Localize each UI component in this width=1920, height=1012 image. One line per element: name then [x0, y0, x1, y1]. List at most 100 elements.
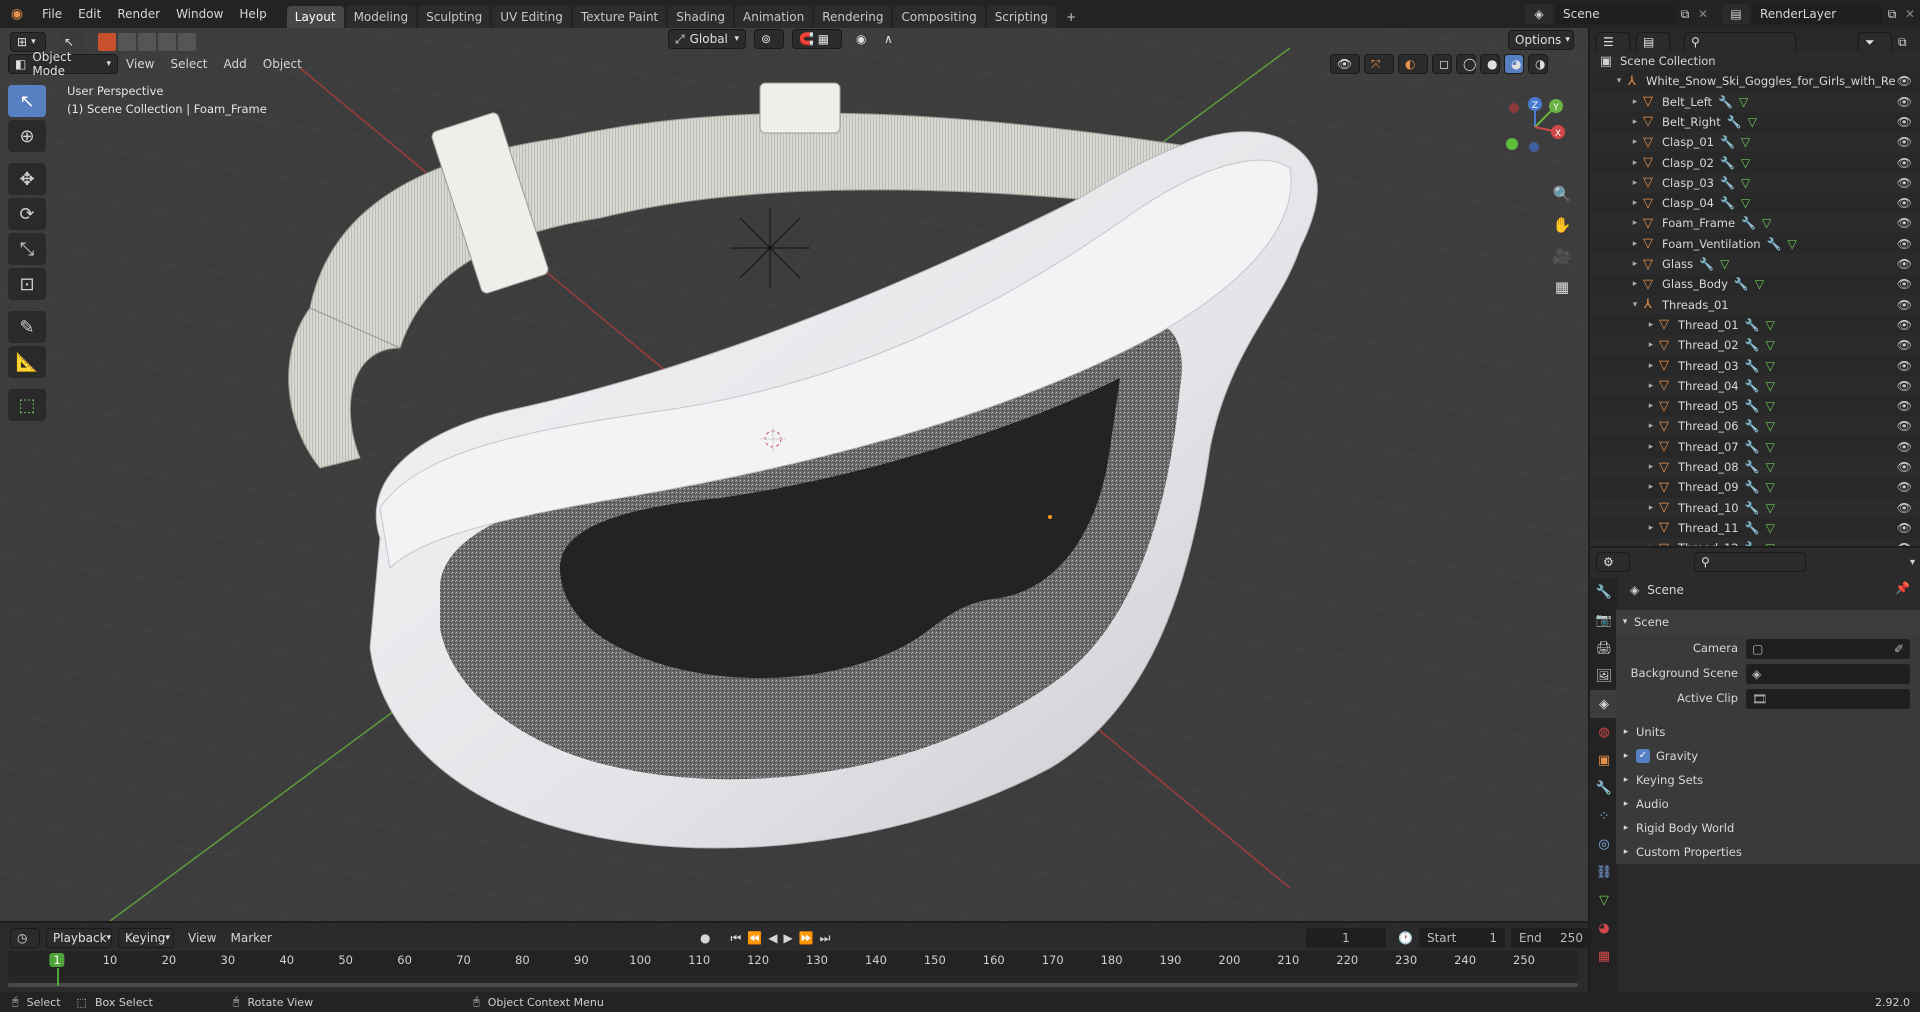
mesh-data-icon[interactable]: ▽	[1766, 338, 1775, 352]
modifier-icon[interactable]: 🔧	[1745, 359, 1760, 373]
cursor-tool-icon[interactable]: ⊕	[8, 120, 46, 152]
mesh-data-icon[interactable]: ▽	[1741, 135, 1750, 149]
visibility-eye-icon[interactable]: 👁	[1897, 257, 1912, 271]
outliner-item-row[interactable]: ▾ ⅄ Threads_01 👁	[1590, 294, 1920, 315]
visibility-eye-icon[interactable]: 👁	[1897, 460, 1912, 474]
mesh-data-icon[interactable]: ▽	[1766, 480, 1775, 494]
material-tab-icon[interactable]: ◕	[1590, 914, 1618, 942]
falloff-icon[interactable]: ∧	[878, 29, 898, 49]
mesh-data-icon[interactable]: ▽	[1766, 419, 1775, 433]
visibility-eye-icon[interactable]: 👁	[1897, 440, 1912, 454]
menu-render[interactable]: Render	[109, 0, 168, 28]
visibility-eye-icon[interactable]: 👁	[1897, 359, 1912, 373]
tab-scripting[interactable]: Scripting	[986, 6, 1057, 28]
outliner-editor-icon[interactable]: ☰	[1596, 32, 1630, 52]
playback-dropdown[interactable]: Playback ▾	[46, 928, 112, 948]
zoom-icon[interactable]: 🔍	[1548, 180, 1576, 208]
visibility-eye-icon[interactable]: 👁	[1897, 74, 1912, 88]
mesh-data-icon[interactable]: ▽	[1766, 501, 1775, 515]
jump-start-icon[interactable]: ⏮	[730, 931, 741, 946]
expand-right-icon[interactable]: ▸	[1646, 361, 1656, 371]
modifier-icon[interactable]: 🔧	[1745, 541, 1760, 546]
tab-uv-editing[interactable]: UV Editing	[492, 6, 571, 28]
modifier-icon[interactable]: 🔧	[1727, 115, 1742, 129]
modifier-icon[interactable]: 🔧	[1720, 196, 1735, 210]
audio-panel[interactable]: ▸ Audio	[1616, 792, 1920, 816]
menu-help[interactable]: Help	[231, 0, 274, 28]
visibility-eye-icon[interactable]: 👁	[1897, 318, 1912, 332]
mesh-data-icon[interactable]: ▽	[1766, 440, 1775, 454]
overlay-toggle-icon[interactable]: ◐	[1398, 54, 1428, 74]
background-scene-field[interactable]: ◈	[1746, 664, 1910, 684]
mesh-data-icon[interactable]: ▽	[1766, 379, 1775, 393]
outliner-item-row[interactable]: ▸ ▽ Thread_08 🔧 ▽ 👁	[1590, 457, 1920, 477]
expand-right-icon[interactable]: ▸	[1646, 543, 1656, 546]
expand-right-icon[interactable]: ▸	[1646, 381, 1656, 391]
modifier-icon[interactable]: 🔧	[1745, 399, 1760, 413]
camera-view-icon[interactable]: 🎥	[1548, 242, 1576, 270]
playhead-line[interactable]	[57, 968, 59, 986]
modifier-icon[interactable]: 🔧	[1745, 318, 1760, 332]
tab-texture-paint[interactable]: Texture Paint	[572, 6, 667, 28]
outliner-item-row[interactable]: ▸ ▽ Clasp_04 🔧 ▽ 👁	[1590, 193, 1920, 213]
select-box-tool-icon[interactable]: ↖	[8, 85, 46, 117]
outliner-item-row[interactable]: ▸ ▽ Foam_Ventilation 🔧 ▽ 👁	[1590, 234, 1920, 254]
outliner-item-row[interactable]: ▸ ▽ Thread_03 🔧 ▽ 👁	[1590, 356, 1920, 376]
visibility-icon[interactable]: 👁	[1330, 54, 1360, 74]
options-dropdown[interactable]: Options ▾	[1508, 30, 1574, 50]
expand-right-icon[interactable]: ▸	[1630, 239, 1640, 249]
modifier-icon[interactable]: 🔧	[1745, 338, 1760, 352]
mesh-data-icon[interactable]: ▽	[1741, 176, 1750, 190]
mesh-data-icon[interactable]: ▽	[1741, 156, 1750, 170]
rotate-tool-icon[interactable]: ⟳	[8, 198, 46, 230]
visibility-eye-icon[interactable]: 👁	[1897, 135, 1912, 149]
orientation-dropdown[interactable]: ⤢ Global ▾	[668, 29, 746, 49]
outliner-item-row[interactable]: ▸ ▽ Thread_09 🔧 ▽ 👁	[1590, 477, 1920, 497]
custom-properties-panel[interactable]: ▸ Custom Properties	[1616, 840, 1920, 864]
outliner-item-row[interactable]: ▸ ▽ Clasp_01 🔧 ▽ 👁	[1590, 132, 1920, 153]
annotate-tool-icon[interactable]: ✎	[8, 311, 46, 343]
particles-tab-icon[interactable]: ⁘	[1590, 802, 1618, 830]
eyedropper-icon[interactable]: ✐	[1894, 642, 1904, 656]
current-frame-field[interactable]: 1	[1306, 928, 1386, 948]
outliner-item-row[interactable]: ▸ ▽ Thread_07 🔧 ▽ 👁	[1590, 437, 1920, 457]
outliner-item-row[interactable]: ▸ ▽ Clasp_03 🔧 ▽ 👁	[1590, 172, 1920, 193]
modifier-icon[interactable]: 🔧	[1745, 379, 1760, 393]
play-reverse-icon[interactable]: ◀	[768, 931, 777, 945]
expand-right-icon[interactable]: ▸	[1646, 320, 1656, 330]
blender-logo-icon[interactable]: ◉	[0, 6, 34, 22]
mesh-data-icon[interactable]: ▽	[1720, 257, 1729, 271]
scale-tool-icon[interactable]: ⤡	[8, 233, 46, 265]
mesh-data-icon[interactable]: ▽	[1741, 196, 1750, 210]
filter-icon[interactable]: ⏷	[1858, 32, 1892, 52]
outliner-item-row[interactable]: ▸ ▽ Thread_05 🔧 ▽ 👁	[1590, 396, 1920, 416]
tab-layout[interactable]: Layout	[286, 6, 344, 28]
outliner-item-row[interactable]: ▸ ▽ Glass_Body 🔧 ▽ 👁	[1590, 274, 1920, 294]
tab-compositing[interactable]: Compositing	[893, 6, 985, 28]
outliner-item-row[interactable]: ▸ ▽ Thread_06 🔧 ▽ 👁	[1590, 416, 1920, 437]
end-frame-field[interactable]: End 250	[1510, 928, 1591, 948]
outliner-item-row[interactable]: ▸ ▽ Thread_10 🔧 ▽ 👁	[1590, 497, 1920, 518]
modifier-icon[interactable]: 🔧	[1745, 501, 1760, 515]
render-tab-icon[interactable]: 📷	[1590, 606, 1618, 634]
expand-right-icon[interactable]: ▸	[1646, 462, 1656, 472]
modifier-icon[interactable]: 🔧	[1745, 480, 1760, 494]
chevron-down-icon[interactable]: ▾	[1910, 557, 1915, 568]
physics-tab-icon[interactable]: ◎	[1590, 830, 1618, 858]
texture-tab-icon[interactable]: ▦	[1590, 942, 1618, 970]
visibility-eye-icon[interactable]: 👁	[1897, 501, 1912, 515]
material-shading-icon[interactable]: ◕	[1504, 54, 1524, 74]
modifier-icon[interactable]: 🔧	[1745, 460, 1760, 474]
outliner-collection-row[interactable]: ▾ ⅄ White_Snow_Ski_Goggles_for_Girls_with_…	[1590, 71, 1920, 91]
gizmo-toggle-icon[interactable]: ⤧	[1364, 54, 1394, 74]
tab-modeling[interactable]: Modeling	[345, 6, 417, 28]
mesh-data-icon[interactable]: ▽	[1762, 216, 1771, 230]
select-tool-icon[interactable]: ↖	[58, 32, 84, 52]
expand-right-icon[interactable]: ▸	[1646, 442, 1656, 452]
data-tab-icon[interactable]: ▽	[1590, 886, 1618, 914]
view-layer-tab-icon[interactable]: 🖼	[1590, 662, 1618, 690]
properties-editor-icon[interactable]: ⚙	[1596, 552, 1630, 572]
start-frame-field[interactable]: Start 1	[1418, 928, 1505, 948]
tab-rendering[interactable]: Rendering	[814, 6, 892, 28]
visibility-eye-icon[interactable]: 👁	[1897, 156, 1912, 170]
